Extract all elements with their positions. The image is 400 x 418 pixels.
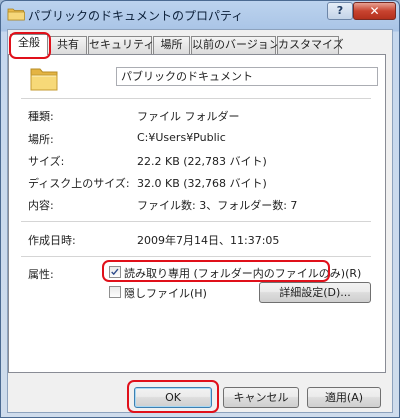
general-tab-panel: [8, 54, 386, 373]
readonly-highlight-ring: [102, 260, 330, 282]
tab-security[interactable]: セキュリティ: [88, 36, 154, 54]
created-label: 作成日時:: [28, 234, 76, 247]
tab-strip: 全般 共有 セキュリティ 場所 以前のバージョン カスタマイズ: [7, 34, 392, 55]
cancel-button[interactable]: キャンセル: [223, 387, 299, 408]
window-title: パブリックのドキュメントのプロパティ: [28, 9, 244, 23]
disk-size-label: ディスク上のサイズ:: [28, 177, 130, 190]
apply-button[interactable]: 適用(A): [307, 387, 381, 408]
separator: [21, 98, 371, 99]
ok-highlight-ring: [127, 380, 219, 413]
title-bar[interactable]: パブリックのドキュメントのプロパティ ? ✕: [1, 1, 399, 29]
folder-icon: [7, 8, 25, 21]
attributes-label: 属性:: [28, 268, 54, 281]
tab-sharing[interactable]: 共有: [49, 36, 87, 54]
close-button[interactable]: ✕: [353, 2, 396, 20]
hidden-label[interactable]: 隠しファイル(H): [124, 285, 207, 301]
tab-previous-versions[interactable]: 以前のバージョン: [191, 36, 280, 54]
advanced-button[interactable]: 詳細設定(D)...: [259, 282, 371, 303]
tab-location[interactable]: 場所: [153, 36, 190, 54]
disk-size-value: 32.0 KB (32,768 バイト): [137, 177, 267, 190]
location-label: 場所:: [28, 133, 54, 146]
separator: [21, 221, 371, 222]
folder-large-icon: [30, 68, 58, 91]
separator: [21, 256, 371, 257]
tab-customize[interactable]: カスタマイズ: [277, 36, 344, 54]
contents-value: ファイル数: 3、フォルダー数: 7: [137, 199, 298, 212]
location-value: C:¥Users¥Public: [137, 131, 226, 144]
type-value: ファイル フォルダー: [137, 110, 240, 123]
help-button[interactable]: ?: [327, 2, 353, 20]
size-label: サイズ:: [28, 155, 65, 168]
hidden-checkbox[interactable]: [109, 286, 121, 298]
size-value: 22.2 KB (22,783 バイト): [137, 155, 267, 168]
type-label: 種類:: [28, 110, 54, 123]
tab-highlight-ring: [9, 32, 51, 59]
created-value: 2009年7月14日、11:37:05: [137, 234, 280, 247]
folder-name-field[interactable]: パブリックのドキュメント: [116, 67, 378, 86]
properties-window: パブリックのドキュメントのプロパティ ? ✕ 全般 共有 セキュリティ 場所 以…: [0, 0, 400, 418]
contents-label: 内容:: [28, 199, 54, 212]
